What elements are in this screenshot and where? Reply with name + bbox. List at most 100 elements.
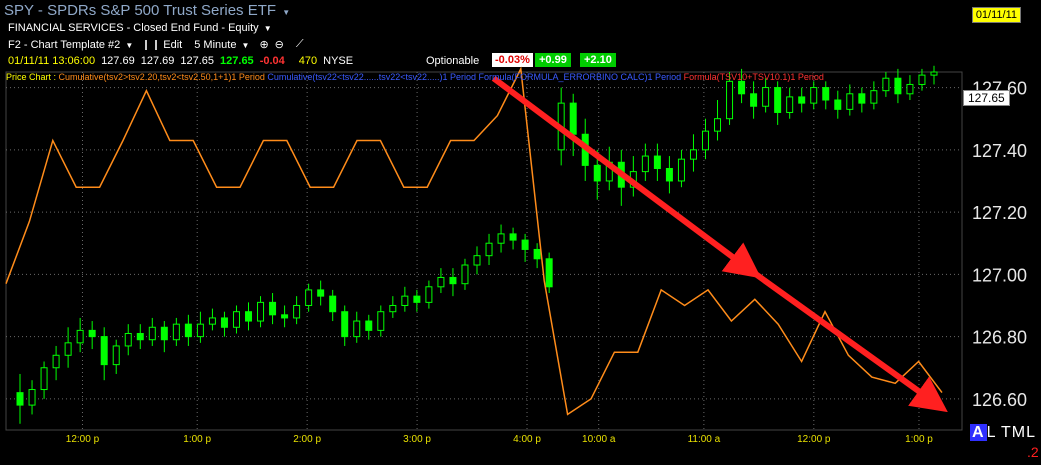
y-axis-label: 127.00 <box>972 265 1027 285</box>
candle-body <box>485 242 493 257</box>
candle-body <box>317 289 325 297</box>
candle-body <box>689 149 697 160</box>
candle-body <box>509 233 517 241</box>
candle-body <box>220 317 228 328</box>
candle-body <box>834 99 842 110</box>
candle-body <box>413 295 421 303</box>
corner-number: .2 <box>1027 444 1039 460</box>
candle-body <box>870 90 878 104</box>
candle-body <box>293 304 301 319</box>
candle-body <box>437 276 445 288</box>
x-axis-label: 12:00 p <box>797 434 831 445</box>
candle-body <box>232 311 240 328</box>
candle-body <box>822 87 830 101</box>
indicator-line <box>5 66 943 416</box>
candle-body <box>28 389 36 406</box>
candle-body <box>750 93 758 107</box>
candle-body <box>184 323 192 338</box>
candle-body <box>136 332 144 341</box>
candle-body <box>665 168 673 182</box>
candle-body <box>726 80 734 120</box>
x-axis-label: 2:00 p <box>293 434 321 445</box>
auto-scale-icon[interactable]: A <box>970 424 987 441</box>
candle-body <box>281 314 289 319</box>
candle-body <box>425 286 433 303</box>
candle-body <box>641 155 649 173</box>
candle-body <box>100 336 108 366</box>
candle-body <box>593 164 601 182</box>
candle-body <box>701 130 709 151</box>
candle-body <box>377 311 385 331</box>
candle-body <box>124 332 132 347</box>
candle-body <box>461 264 469 285</box>
candle-body <box>148 326 156 341</box>
y-axis-label: 127.40 <box>972 141 1027 161</box>
mode-label: L TML <box>986 424 1037 441</box>
y-axis-label: 127.20 <box>972 203 1027 223</box>
candle-body <box>389 304 397 313</box>
plot-frame <box>5 71 963 431</box>
candle-body <box>172 323 180 341</box>
candle-body <box>906 83 914 95</box>
candle-body <box>810 87 818 104</box>
candle-body <box>473 255 481 266</box>
legend-item-cumulative[interactable]: Cumulative(tsv2>tsv2.20,tsv2<tsv2.50,1+1… <box>59 72 265 82</box>
legend-item-cumulative-2[interactable]: Cumulative(tsv22<tsv22......tsv22<tsv22.… <box>267 72 476 82</box>
x-axis-label: 12:00 p <box>66 434 100 445</box>
candle-body <box>76 329 84 344</box>
legend-price-chart[interactable]: Price Chart : <box>6 72 56 82</box>
legend-item-formula[interactable]: Formula(FORMULA_ERRORBINO CALC)1 Period <box>479 72 682 82</box>
candle-body <box>846 93 854 110</box>
candle-body <box>521 239 529 250</box>
candle-body <box>569 102 577 135</box>
candle-body <box>786 96 794 113</box>
x-axis-label: 11:00 a <box>688 434 721 445</box>
candle-body <box>353 320 361 338</box>
legend-item-formula-2[interactable]: Formula(TSV10+TSV10.1)1 Period <box>684 72 824 82</box>
x-axis-label: 10:00 a <box>582 434 616 445</box>
candle-body <box>449 276 457 285</box>
candle-body <box>88 329 96 338</box>
candle-body <box>798 96 806 104</box>
candle-body <box>269 301 277 316</box>
candle-body <box>882 77 890 92</box>
x-axis-label: 3:00 p <box>403 434 431 445</box>
x-axis-label: 4:00 p <box>513 434 541 445</box>
candle-body <box>52 354 60 369</box>
y-axis-label: 126.80 <box>972 328 1027 348</box>
candle-body <box>918 74 926 85</box>
candle-body <box>545 258 553 288</box>
candle-body <box>160 326 168 341</box>
candle-body <box>401 295 409 306</box>
price-chart[interactable]: 12:00 p 1:00 p 2:00 p 3:00 p 4:00 p 10:00 a 11… <box>0 0 1041 465</box>
candle-body <box>257 301 265 322</box>
candle-body <box>653 155 661 170</box>
candle-body <box>112 345 120 366</box>
last-price-tag: 127.65 <box>963 90 1010 106</box>
candle-body <box>196 323 204 338</box>
y-axis-label: 126.60 <box>972 390 1027 410</box>
candle-body <box>762 87 770 107</box>
candle-body <box>305 289 313 306</box>
trend-arrow <box>749 268 948 413</box>
chart-mode-indicator[interactable]: AL TML <box>970 424 1036 442</box>
candle-body <box>64 342 72 356</box>
candle-body <box>497 233 505 244</box>
candle-body <box>894 77 902 95</box>
x-axis-label: 1:00 p <box>183 434 211 445</box>
candle-body <box>365 320 373 331</box>
candle-body <box>533 248 541 260</box>
candle-body <box>341 311 349 338</box>
indicator-legend: Price Chart : Cumulative(tsv2>tsv2.20,ts… <box>6 72 824 82</box>
candle-body <box>714 118 722 132</box>
candle-body <box>738 80 746 95</box>
candle-body <box>40 367 48 391</box>
candle-body <box>329 295 337 313</box>
candle-body <box>774 87 782 113</box>
candle-body <box>677 158 685 182</box>
candle-body <box>208 317 216 325</box>
candle-body <box>858 93 866 104</box>
x-axis-label: 1:00 p <box>905 434 933 445</box>
candle-body <box>930 71 938 76</box>
candle-body <box>16 392 24 406</box>
